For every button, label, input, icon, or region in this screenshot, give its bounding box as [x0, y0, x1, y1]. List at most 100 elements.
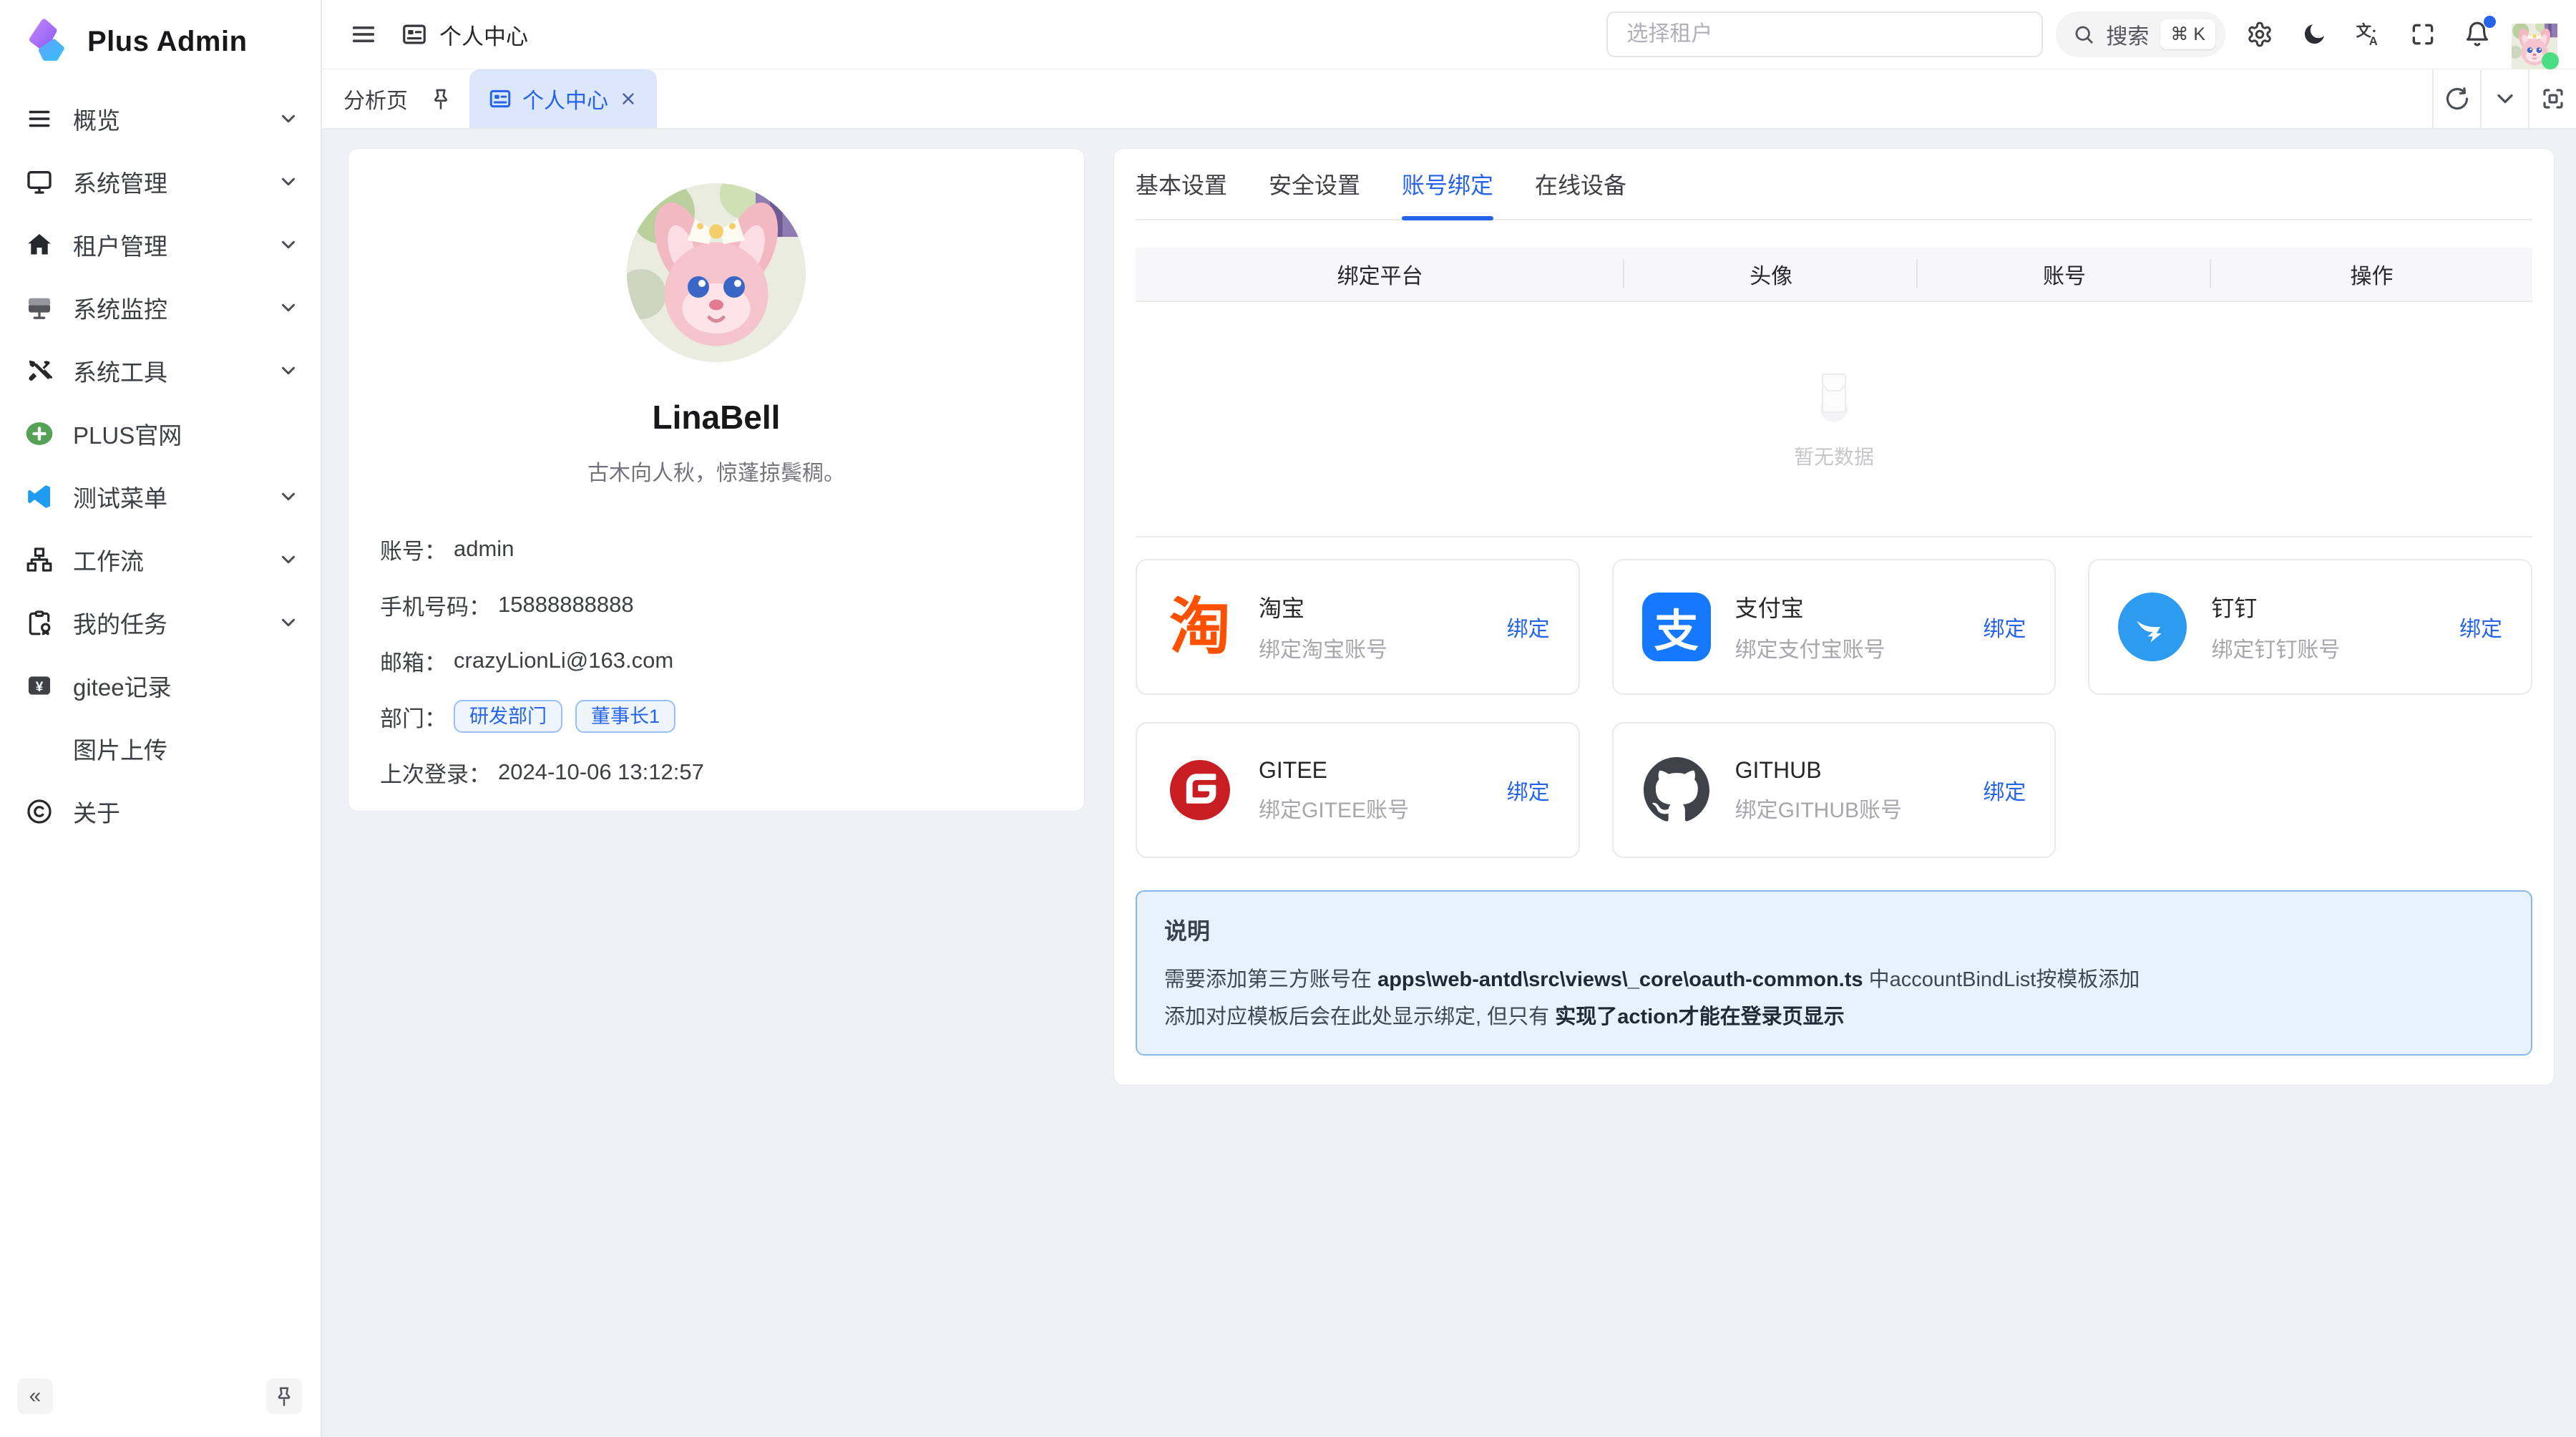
- bind-link-alipay[interactable]: 绑定: [1983, 611, 2026, 643]
- global-search-button[interactable]: 搜索 ⌘ K: [2056, 11, 2225, 57]
- tab-account-binding[interactable]: 账号绑定: [1402, 149, 1493, 219]
- sidebar-item-label: 系统工具: [73, 354, 278, 388]
- bind-link-dingtalk[interactable]: 绑定: [2459, 611, 2502, 643]
- sidebar-item-label: 测试菜单: [73, 479, 278, 514]
- notification-badge: [2484, 16, 2496, 28]
- platform-card-alipay: 支 支付宝 绑定支付宝账号 绑定: [1612, 559, 2057, 695]
- sidebar-item-about[interactable]: 关于: [0, 780, 321, 843]
- sidebar-item-workflow[interactable]: 工作流: [0, 528, 321, 591]
- home-icon: [24, 229, 55, 260]
- platform-desc: 绑定GITHUB账号: [1735, 792, 1902, 824]
- plus-circle-icon: [24, 418, 55, 449]
- menu-lines-icon: [24, 103, 55, 135]
- svg-text:A: A: [2369, 34, 2378, 48]
- sidebar-item-my-tasks[interactable]: 我的任务: [0, 591, 321, 654]
- platform-desc: 绑定淘宝账号: [1259, 632, 1387, 663]
- field-label: 手机号码：: [380, 589, 491, 621]
- sidebar-collapse-button[interactable]: «: [17, 1378, 53, 1414]
- profile-motto: 古木向人秋，惊蓬掠鬓稠。: [587, 455, 845, 487]
- department-tag: 研发部门: [454, 700, 562, 733]
- note-title: 说明: [1164, 913, 2504, 946]
- sidebar-item-label: 系统管理: [73, 165, 278, 199]
- chevron-down-icon: [278, 108, 299, 130]
- sidebar-toggle-icon[interactable]: [349, 19, 381, 50]
- chevron-down-icon: [278, 486, 299, 507]
- sidebar-item-label: gitee记录: [73, 668, 299, 703]
- tab-personal-center[interactable]: 个人中心: [469, 69, 657, 128]
- platform-text: GITHUB 绑定GITHUB账号: [1735, 757, 1902, 824]
- content-fullscreen-button[interactable]: [2528, 69, 2576, 128]
- language-translate-icon[interactable]: 文A: [2341, 11, 2396, 57]
- platform-name: 淘宝: [1259, 590, 1387, 623]
- sidebar-item-system-monitor[interactable]: 系统监控: [0, 276, 321, 339]
- sidebar-item-system-management[interactable]: 系统管理: [0, 150, 321, 213]
- field-label: 部门：: [380, 701, 447, 733]
- platform-card-gitee: GITEE 绑定GITEE账号 绑定: [1136, 722, 1580, 858]
- table-header-row: 绑定平台 头像 账号 操作: [1136, 248, 2532, 302]
- column-header-account: 账号: [1918, 258, 2211, 290]
- sidebar-item-label: 工作流: [73, 542, 278, 577]
- tab-security-settings[interactable]: 安全设置: [1269, 149, 1360, 219]
- tab-pin-icon[interactable]: [429, 69, 459, 128]
- sidebar-item-gitee-records[interactable]: ¥ gitee记录: [0, 654, 321, 717]
- tab-online-devices[interactable]: 在线设备: [1535, 149, 1626, 219]
- app-logo[interactable]: Plus Admin: [0, 0, 321, 83]
- breadcrumb[interactable]: 个人中心: [401, 19, 528, 51]
- user-avatar[interactable]: [2512, 0, 2557, 69]
- clipboard-icon: [24, 607, 55, 638]
- display-icon: [24, 292, 55, 323]
- note-line-2: 添加对应模板后会在此处显示绑定, 但只有 实现了action才能在登录页显示: [1164, 1002, 2504, 1033]
- platform-grid: 淘 淘宝 绑定淘宝账号 绑定 支 支付宝: [1136, 559, 2532, 858]
- chevron-down-icon: [278, 549, 299, 570]
- department-tag: 董事长1: [575, 700, 675, 733]
- column-header-avatar: 头像: [1624, 258, 1918, 290]
- tab-basic-settings[interactable]: 基本设置: [1136, 149, 1227, 219]
- sidebar-item-image-upload[interactable]: 图片上传: [0, 717, 321, 780]
- field-value: 15888888888: [498, 592, 634, 618]
- breadcrumb-label: 个人中心: [439, 19, 528, 51]
- platform-text: GITEE 绑定GITEE账号: [1259, 757, 1409, 824]
- platform-text: 钉钉 绑定钉钉账号: [2211, 590, 2340, 663]
- page-tabs-bar: 分析页 个人中心: [322, 69, 2576, 130]
- tab-menu-chevron-button[interactable]: [2480, 69, 2528, 128]
- main-column: 个人中心 搜索 ⌘ K 文A: [322, 0, 2576, 1437]
- platform-name: GITEE: [1259, 757, 1409, 784]
- binding-table: 绑定平台 头像 账号 操作 暂无数据: [1136, 248, 2532, 537]
- sidebar-item-system-tools[interactable]: 系统工具: [0, 339, 321, 402]
- dark-mode-moon-icon[interactable]: [2287, 11, 2341, 57]
- profile-field-last-login: 上次登录： 2024-10-06 13:12:57: [380, 744, 1053, 800]
- sidebar-item-plus-website[interactable]: PLUS官网: [0, 402, 321, 465]
- platform-card-taobao: 淘 淘宝 绑定淘宝账号 绑定: [1136, 559, 1580, 695]
- field-value: crazyLionLi@163.com: [454, 648, 673, 673]
- monitor-icon: [24, 166, 55, 198]
- sidebar-menu: 概览 系统管理 租户管理: [0, 83, 321, 1365]
- tenant-select-input[interactable]: [1606, 11, 2043, 57]
- fullscreen-icon[interactable]: [2396, 11, 2450, 57]
- platform-text: 支付宝 绑定支付宝账号: [1735, 590, 1885, 663]
- chevron-down-icon: [278, 297, 299, 318]
- refresh-button[interactable]: [2432, 69, 2480, 128]
- bind-link-github[interactable]: 绑定: [1983, 774, 2026, 806]
- platform-card-dingtalk: 钉钉 绑定钉钉账号 绑定: [2088, 559, 2532, 695]
- platform-desc: 绑定支付宝账号: [1735, 632, 1885, 663]
- sidebar-item-tenant-management[interactable]: 租户管理: [0, 213, 321, 276]
- platform-text: 淘宝 绑定淘宝账号: [1259, 590, 1387, 663]
- sidebar-item-overview[interactable]: 概览: [0, 87, 321, 150]
- profile-fields: 账号： admin 手机号码： 15888888888 邮箱： crazyLio…: [348, 521, 1084, 800]
- info-note: 说明 需要添加第三方账号在 apps\web-antd\src\views\_c…: [1136, 890, 2532, 1056]
- sidebar-item-test-menu[interactable]: 测试菜单: [0, 465, 321, 528]
- tab-label: 分析页: [343, 83, 408, 115]
- tab-analysis-page[interactable]: 分析页: [322, 69, 429, 128]
- field-label: 上次登录：: [380, 756, 491, 789]
- sidebar-pin-button[interactable]: [266, 1378, 302, 1414]
- settings-gear-icon[interactable]: [2233, 11, 2287, 57]
- bind-link-taobao[interactable]: 绑定: [1507, 611, 1550, 643]
- settings-panel: 基本设置 安全设置 账号绑定 在线设备 绑定平台 头像 账号 操作: [1113, 148, 2555, 1086]
- chevron-down-icon: [278, 360, 299, 381]
- notification-bell-icon[interactable]: [2450, 11, 2504, 57]
- sidebar-item-label: PLUS官网: [73, 417, 299, 451]
- field-label: 账号：: [380, 533, 447, 565]
- page-content: LinaBell 古木向人秋，惊蓬掠鬓稠。 账号： admin 手机号码： 15…: [322, 130, 2576, 1437]
- bind-link-gitee[interactable]: 绑定: [1507, 774, 1550, 806]
- tab-close-icon[interactable]: [618, 89, 638, 109]
